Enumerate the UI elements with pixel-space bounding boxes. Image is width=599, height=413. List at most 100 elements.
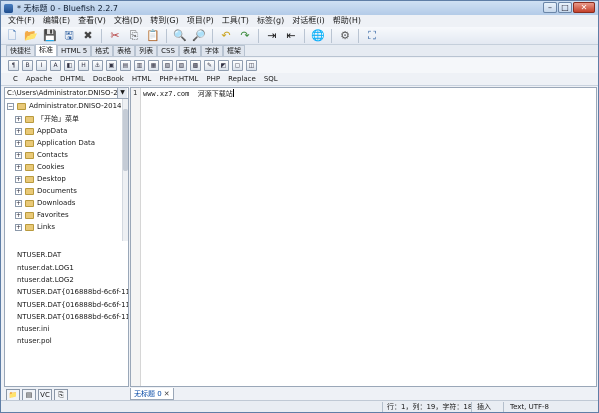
code-line[interactable]: www.xz7.com 河源下载站 [143, 89, 234, 99]
tab-html5[interactable]: HTML 5 [57, 45, 92, 56]
tab-format[interactable]: 格式 [91, 45, 114, 56]
tree-item[interactable]: + Cookies [15, 161, 64, 173]
menu-tools[interactable]: 工具(T) [218, 15, 253, 27]
lang-c[interactable]: C [9, 73, 22, 86]
anchor-icon[interactable]: ⚓ [92, 60, 103, 71]
tab-frames[interactable]: 框架 [222, 45, 245, 56]
list-tag-button[interactable]: ▦ [148, 60, 159, 71]
expand-icon[interactable]: + [15, 211, 22, 219]
redo-icon[interactable]: ↷ [237, 28, 253, 44]
chevron-down-icon[interactable]: ▼ [117, 88, 127, 98]
menu-view[interactable]: 查看(V) [74, 15, 110, 27]
menu-dialogs[interactable]: 对话框(i) [288, 15, 328, 27]
tab-forms[interactable]: 表单 [178, 45, 201, 56]
frame-tag-button[interactable]: ▨ [176, 60, 187, 71]
fullscreen-icon[interactable]: ⛶ [364, 28, 380, 44]
tree-item[interactable]: + Application Data [15, 137, 95, 149]
lang-docbook[interactable]: DocBook [89, 73, 128, 86]
list-item[interactable]: ntuser.dat.LOG2 [17, 274, 74, 286]
bold-tag-button[interactable]: B [22, 60, 33, 71]
expand-icon[interactable]: + [15, 175, 22, 183]
list-item[interactable]: NTUSER.DAT{016888bd-6c6f-11de-8d1 [17, 299, 128, 311]
table-tag-button[interactable]: ▥ [134, 60, 145, 71]
lang-sql[interactable]: SQL [260, 73, 282, 86]
script-tag-button[interactable]: ◩ [218, 60, 229, 71]
menu-goto[interactable]: 转到(G) [146, 15, 182, 27]
lang-dhtml[interactable]: DHTML [56, 73, 89, 86]
code-editor[interactable]: 1 www.xz7.com 河源下载站 [130, 87, 597, 387]
nbsp-tag-button[interactable]: ◫ [246, 60, 257, 71]
indent-icon[interactable]: ⇥ [264, 28, 280, 44]
tree-item[interactable]: + Documents [15, 185, 77, 197]
collapse-icon[interactable]: − [7, 102, 14, 110]
list-item[interactable]: NTUSER.DAT{016888bd-6c6f-11de-8d1 [17, 286, 128, 298]
menu-project[interactable]: 项目(P) [183, 15, 218, 27]
scrollbar-thumb[interactable] [123, 109, 128, 171]
close-file-icon[interactable]: ✖ [80, 28, 96, 44]
menu-document[interactable]: 文档(D) [110, 15, 146, 27]
preferences-icon[interactable]: ⚙ [337, 28, 353, 44]
lang-replace[interactable]: Replace [224, 73, 260, 86]
tab-quickbar[interactable]: 快捷栏 [6, 45, 35, 56]
path-selector[interactable]: C:\Users\Administrator.DNISO-2014 ▼ [5, 88, 128, 99]
close-window-button[interactable]: ✕ [573, 2, 595, 13]
undo-icon[interactable]: ↶ [218, 28, 234, 44]
tree-item[interactable]: + AppData [15, 125, 67, 137]
list-item[interactable]: ntuser.pol [17, 335, 52, 347]
expand-icon[interactable]: + [15, 199, 22, 207]
tree-item[interactable]: + Desktop [15, 173, 66, 185]
expand-icon[interactable]: + [15, 151, 22, 159]
copy-icon[interactable]: ⎘ [126, 28, 142, 44]
expand-icon[interactable]: + [15, 139, 22, 147]
lang-html[interactable]: HTML [128, 73, 155, 86]
tree-scrollbar[interactable] [122, 99, 128, 241]
find-icon[interactable]: 🔍 [172, 28, 188, 44]
list-item[interactable]: NTUSER.DAT{016888bd-6c6f-11de-8d1 [17, 311, 128, 323]
heading-tag-button[interactable]: H [78, 60, 89, 71]
menu-help[interactable]: 帮助(H) [329, 15, 365, 27]
comment-tag-button[interactable]: ✎ [204, 60, 215, 71]
new-file-icon[interactable]: 🗋 [4, 28, 20, 44]
tree-item[interactable]: + Favorites [15, 209, 69, 221]
tab-lists[interactable]: 列表 [135, 45, 158, 56]
list-item[interactable]: ntuser.ini [17, 323, 49, 335]
unindent-icon[interactable]: ⇤ [283, 28, 299, 44]
expand-icon[interactable]: + [15, 115, 22, 123]
tree-item[interactable]: + Links [15, 221, 55, 233]
tree-root[interactable]: − Administrator.DNISO-2014022082 [7, 100, 121, 112]
replace-icon[interactable]: 🔎 [191, 28, 207, 44]
tab-fonts[interactable]: 字体 [200, 45, 223, 56]
expand-icon[interactable]: + [15, 187, 22, 195]
title-bar[interactable]: * 无标题 0 - Bluefish 2.2.7 – □ ✕ [1, 1, 598, 15]
menu-file[interactable]: 文件(F) [4, 15, 39, 27]
italic-tag-button[interactable]: I [36, 60, 47, 71]
paragraph-tag-button[interactable]: ¶ [8, 60, 19, 71]
document-tab[interactable]: 无标题 0 ✕ [130, 388, 174, 400]
save-as-icon[interactable]: 🖫 [61, 28, 77, 44]
break-tag-button[interactable]: ▢ [232, 60, 243, 71]
tree-item[interactable]: + Downloads [15, 197, 75, 209]
tab-tables[interactable]: 表格 [113, 45, 136, 56]
open-file-icon[interactable]: 📂 [23, 28, 39, 44]
expand-icon[interactable]: + [15, 163, 22, 171]
close-icon[interactable]: ✕ [164, 388, 170, 400]
image-tag-button[interactable]: ◧ [64, 60, 75, 71]
tab-standard[interactable]: 标准 [35, 44, 57, 56]
save-icon[interactable]: 💾 [42, 28, 58, 44]
style-tag-button[interactable]: ▩ [190, 60, 201, 71]
menu-edit[interactable]: 编辑(E) [39, 15, 74, 27]
tree-item[interactable]: + 「开始」菜单 [15, 113, 79, 125]
lang-php[interactable]: PHP [202, 73, 224, 86]
lang-apache[interactable]: Apache [22, 73, 56, 86]
tab-css[interactable]: CSS [157, 45, 179, 56]
anchor-tag-button[interactable]: A [50, 60, 61, 71]
tree-item[interactable]: + Contacts [15, 149, 68, 161]
list-item[interactable]: ntuser.dat.LOG1 [17, 262, 74, 274]
paste-icon[interactable]: 📋 [145, 28, 161, 44]
expand-icon[interactable]: + [15, 127, 22, 135]
preview-browser-icon[interactable]: 🌐 [310, 28, 326, 44]
div-tag-button[interactable]: ▣ [106, 60, 117, 71]
minimize-button[interactable]: – [543, 2, 557, 13]
form-tag-button[interactable]: ▧ [162, 60, 173, 71]
cut-icon[interactable]: ✂ [107, 28, 123, 44]
